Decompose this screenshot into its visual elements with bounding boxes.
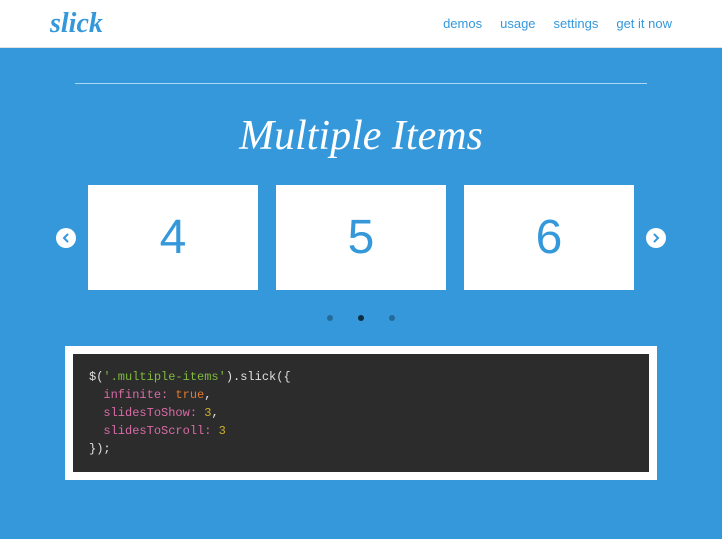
- nav-settings[interactable]: settings: [554, 16, 599, 31]
- nav-get-it-now[interactable]: get it now: [616, 16, 672, 31]
- slide-item[interactable]: 6: [464, 185, 634, 290]
- code-text: ,: [204, 388, 211, 402]
- header: slick demos usage settings get it now: [0, 0, 722, 48]
- code-value: 3: [197, 406, 211, 420]
- code-text: $(: [89, 370, 103, 384]
- code-text: ).slick({: [226, 370, 291, 384]
- next-arrow[interactable]: [646, 228, 666, 248]
- chevron-right-icon: [651, 233, 661, 243]
- section-title: Multiple Items: [50, 112, 672, 160]
- content: Multiple Items 4 5 6 $('.multiple-items'…: [0, 83, 722, 480]
- slides-track: 4 5 6: [88, 185, 634, 290]
- dot-2[interactable]: [358, 315, 364, 321]
- code-string: '.multiple-items': [103, 370, 225, 384]
- slide-item[interactable]: 5: [276, 185, 446, 290]
- code-key: infinite:: [103, 388, 168, 402]
- code-block: $('.multiple-items').slick({ infinite: t…: [73, 354, 649, 472]
- code-value: true: [168, 388, 204, 402]
- carousel: 4 5 6: [50, 185, 672, 290]
- nav: demos usage settings get it now: [443, 16, 672, 31]
- code-key: slidesToShow:: [103, 406, 197, 420]
- code-key: slidesToScroll:: [103, 424, 211, 438]
- dot-3[interactable]: [389, 315, 395, 321]
- chevron-left-icon: [61, 233, 71, 243]
- dot-1[interactable]: [327, 315, 333, 321]
- pagination-dots: [50, 315, 672, 321]
- slide-item[interactable]: 4: [88, 185, 258, 290]
- code-text: });: [89, 442, 111, 456]
- divider: [75, 83, 647, 84]
- logo[interactable]: slick: [50, 8, 103, 40]
- nav-demos[interactable]: demos: [443, 16, 482, 31]
- code-text: ,: [211, 406, 218, 420]
- code-value: 3: [211, 424, 225, 438]
- nav-usage[interactable]: usage: [500, 16, 535, 31]
- code-wrapper: $('.multiple-items').slick({ infinite: t…: [65, 346, 657, 480]
- prev-arrow[interactable]: [56, 228, 76, 248]
